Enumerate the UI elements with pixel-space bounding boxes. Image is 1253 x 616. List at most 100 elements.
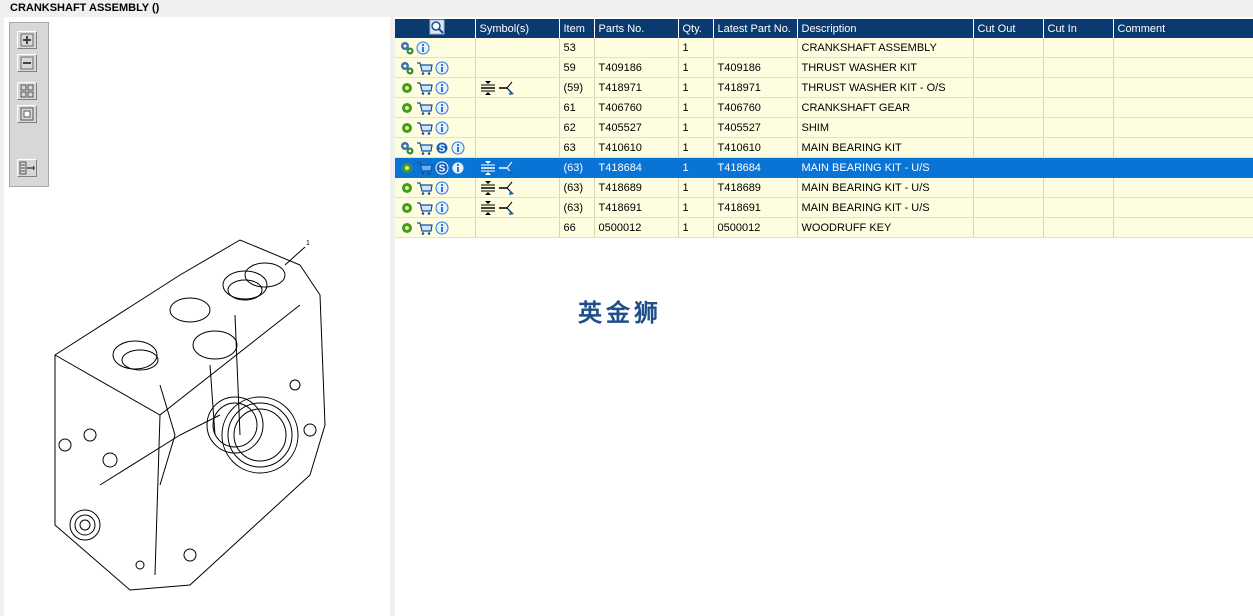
gear-icon[interactable] [400, 221, 414, 235]
cell-latest-part-no: T405527 [713, 117, 798, 138]
col-header-item[interactable]: Item [559, 19, 595, 38]
compress-icon[interactable] [480, 80, 496, 96]
export-button[interactable] [17, 159, 37, 177]
s-icon[interactable]: S [435, 161, 449, 175]
table-row[interactable]: 66 0500012 1 0500012 WOODRUFF KEY [395, 217, 1253, 238]
compress-icon[interactable] [480, 180, 496, 196]
gears-icon[interactable] [400, 61, 414, 75]
cart-icon[interactable] [416, 101, 433, 115]
gear-icon[interactable] [400, 181, 414, 195]
cell-actions [395, 197, 476, 218]
zoom-in-button[interactable] [17, 31, 37, 49]
table-row[interactable]: 61 T406760 1 T406760 CRANKSHAFT GEAR [395, 97, 1253, 118]
col-header-cut-in[interactable]: Cut In [1043, 19, 1114, 38]
gear-icon[interactable] [400, 121, 414, 135]
cart-icon[interactable] [416, 221, 433, 235]
info-icon[interactable] [435, 101, 449, 115]
cell-cut-in [1043, 137, 1114, 158]
cell-actions [395, 38, 476, 58]
actual-size-button[interactable] [17, 105, 37, 123]
cell-qty: 1 [678, 117, 714, 138]
cell-symbols [475, 57, 560, 78]
gears-icon[interactable] [400, 41, 414, 55]
table-row[interactable]: S (63) T418684 1 T418684 MAIN BEARING KIT - U… [395, 157, 1253, 178]
gear-icon[interactable] [400, 81, 414, 95]
search-icon[interactable] [429, 19, 445, 35]
table-row[interactable]: 53 1 CRANKSHAFT ASSEMBLY [395, 38, 1253, 58]
gear-icon[interactable] [400, 101, 414, 115]
cell-description: CRANKSHAFT GEAR [797, 97, 974, 118]
gears-icon[interactable] [400, 141, 414, 155]
zoom-toolbar [9, 22, 49, 187]
fit-all-button[interactable] [17, 82, 37, 100]
compress-icon[interactable] [480, 200, 496, 216]
table-row[interactable]: S 63 T410610 1 T410610 MAIN BEARING KIT [395, 137, 1253, 158]
cell-actions [395, 97, 476, 118]
svg-text:S: S [439, 163, 446, 174]
gear-icon[interactable] [400, 201, 414, 215]
cell-cut-out [973, 137, 1044, 158]
cell-actions: S [395, 157, 476, 178]
compress-icon[interactable] [480, 160, 496, 176]
cell-comment [1113, 38, 1253, 58]
actual-size-icon [20, 107, 34, 121]
info-icon[interactable] [451, 141, 465, 155]
cell-comment [1113, 137, 1253, 158]
col-header-qty[interactable]: Qty. [678, 19, 714, 38]
zoom-out-button[interactable] [17, 54, 37, 72]
replace-arrow-icon[interactable] [498, 80, 515, 96]
info-icon[interactable] [416, 41, 430, 55]
cell-cut-out [973, 38, 1044, 58]
cell-actions [395, 177, 476, 198]
cell-actions [395, 217, 476, 238]
table-row[interactable]: 62 T405527 1 T405527 SHIM [395, 117, 1253, 138]
info-icon[interactable] [435, 201, 449, 215]
svg-text:S: S [439, 143, 446, 154]
replace-arrow-icon[interactable] [498, 160, 515, 176]
info-icon[interactable] [435, 81, 449, 95]
cell-item: 63 [559, 137, 595, 158]
col-header-parts-no[interactable]: Parts No. [594, 19, 679, 38]
col-header-description[interactable]: Description [797, 19, 974, 38]
s-icon[interactable]: S [435, 141, 449, 155]
cell-item: 61 [559, 97, 595, 118]
col-header-comment[interactable]: Comment [1113, 19, 1253, 38]
cart-icon[interactable] [416, 201, 433, 215]
cell-qty: 1 [678, 97, 714, 118]
engine-block-drawing[interactable]: 1 [40, 235, 340, 595]
cart-icon[interactable] [416, 121, 433, 135]
cell-part-no [594, 38, 679, 58]
cell-comment [1113, 77, 1253, 98]
info-icon[interactable] [435, 221, 449, 235]
cell-comment [1113, 117, 1253, 138]
cart-icon[interactable] [416, 61, 433, 75]
cart-icon[interactable] [416, 161, 433, 175]
cell-item: 66 [559, 217, 595, 238]
gear-icon[interactable] [400, 161, 414, 175]
info-icon[interactable] [451, 161, 465, 175]
info-icon[interactable] [435, 181, 449, 195]
col-header-symbols[interactable]: Symbol(s) [475, 19, 560, 38]
cell-symbols [475, 197, 560, 218]
cart-icon[interactable] [416, 141, 433, 155]
cell-item: 53 [559, 38, 595, 58]
cell-description: CRANKSHAFT ASSEMBLY [797, 38, 974, 58]
info-icon[interactable] [435, 61, 449, 75]
table-row[interactable]: 59 T409186 1 T409186 THRUST WASHER KIT [395, 57, 1253, 78]
replace-arrow-icon[interactable] [498, 200, 515, 216]
find-column-header[interactable] [395, 19, 476, 38]
col-header-latest-part-no[interactable]: Latest Part No. [713, 19, 798, 38]
table-row[interactable]: (59) T418971 1 T418971 THRUST WASHER KIT - O… [395, 77, 1253, 98]
cart-icon[interactable] [416, 181, 433, 195]
cart-icon[interactable] [416, 81, 433, 95]
cell-part-no: T418971 [594, 77, 679, 98]
cell-actions [395, 117, 476, 138]
info-icon[interactable] [435, 121, 449, 135]
replace-arrow-icon[interactable] [498, 180, 515, 196]
cell-cut-in [1043, 197, 1114, 218]
table-row[interactable]: (63) T418689 1 T418689 MAIN BEARING KIT - U/… [395, 177, 1253, 198]
watermark-text: 英金狮 [578, 299, 662, 327]
col-header-cut-out[interactable]: Cut Out [973, 19, 1044, 38]
table-row[interactable]: (63) T418691 1 T418691 MAIN BEARING KIT - U/… [395, 197, 1253, 218]
cell-cut-out [973, 57, 1044, 78]
